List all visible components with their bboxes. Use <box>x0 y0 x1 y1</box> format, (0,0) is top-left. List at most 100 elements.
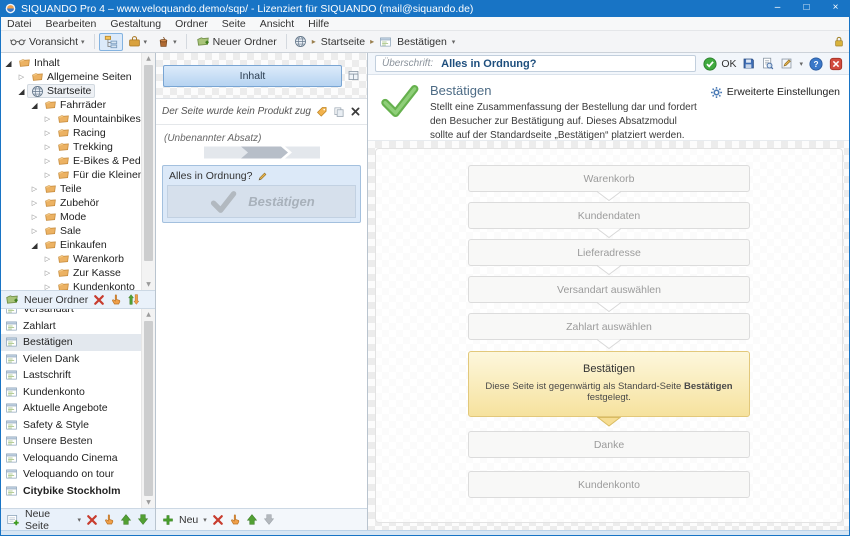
breadcrumb-startseite[interactable]: Startseite <box>321 36 365 48</box>
expand-icon[interactable]: ▷ <box>42 283 53 290</box>
move-up-icon[interactable] <box>120 513 132 526</box>
pencil-icon[interactable] <box>257 171 268 182</box>
delete-icon[interactable] <box>93 294 105 306</box>
menu-seite[interactable]: Seite <box>215 17 253 31</box>
tree-item-inhalt[interactable]: ◢Inhalt <box>0 56 140 70</box>
tree-item-racing[interactable]: ▷Racing <box>0 126 140 140</box>
expand-icon[interactable]: ▷ <box>42 143 53 151</box>
tree-view-button[interactable] <box>99 33 123 51</box>
edit-icon[interactable] <box>780 57 793 70</box>
tree-item-trekking[interactable]: ▷Trekking <box>0 140 140 154</box>
scrollbar-thumb[interactable] <box>144 321 153 496</box>
move-up-icon[interactable] <box>246 513 258 526</box>
delete-icon[interactable] <box>86 514 98 526</box>
tree-scrollbar[interactable]: ▲▼ <box>141 53 155 290</box>
tree-item-sale[interactable]: ▷Sale <box>0 224 140 238</box>
chevron-down-icon[interactable]: ▾ <box>203 516 207 524</box>
tree-item-mode[interactable]: ▷Mode <box>0 210 140 224</box>
advanced-settings-button[interactable]: Erweiterte Einstellungen <box>710 82 840 133</box>
lock-icon[interactable] <box>833 35 845 48</box>
menu-ansicht[interactable]: Ansicht <box>253 17 301 31</box>
close-button[interactable]: × <box>821 0 850 17</box>
preview-button[interactable]: Voransicht ▾ <box>5 34 90 50</box>
hand-icon[interactable] <box>110 293 122 306</box>
copy-icon[interactable] <box>333 106 345 118</box>
tag-icon[interactable] <box>316 106 328 118</box>
scroll-down-icon[interactable]: ▼ <box>142 497 155 508</box>
tree-item-warenkorb[interactable]: ▷Warenkorb <box>0 252 140 266</box>
expand-icon[interactable]: ▷ <box>42 269 53 277</box>
expand-icon[interactable]: ▷ <box>42 115 53 123</box>
page-list-scrollbar[interactable]: ▲ ▼ <box>141 309 155 508</box>
expand-icon[interactable]: ▷ <box>29 213 40 221</box>
page-item-bestaetigen[interactable]: Bestätigen <box>0 334 155 351</box>
menu-datei[interactable]: Datei <box>0 17 39 31</box>
sort-icon[interactable] <box>127 293 140 306</box>
scroll-up-icon[interactable]: ▲ <box>142 309 155 320</box>
folder-plus-icon[interactable] <box>5 293 19 306</box>
expand-icon[interactable]: ▷ <box>42 129 53 137</box>
collapse-icon[interactable]: ◢ <box>29 101 40 110</box>
help-icon[interactable]: ? <box>809 57 823 71</box>
chevron-down-icon[interactable]: ▾ <box>799 60 803 68</box>
delete-icon[interactable] <box>212 514 224 526</box>
collapse-icon[interactable]: ◢ <box>29 241 40 250</box>
page-item-lastschrift[interactable]: Lastschrift <box>0 367 155 384</box>
page-item-kundenkonto[interactable]: Kundenkonto <box>0 384 155 401</box>
move-down-icon[interactable] <box>137 513 149 526</box>
page-item-zahlart[interactable]: Zahlart <box>0 318 155 335</box>
page-item-vielen-dank[interactable]: Vielen Dank <box>0 351 155 368</box>
move-down-icon[interactable] <box>263 513 275 526</box>
scroll-down-icon[interactable]: ▼ <box>142 279 155 290</box>
expand-icon[interactable]: ▷ <box>16 73 27 81</box>
chevron-down-icon[interactable]: ▾ <box>77 516 81 524</box>
hand-icon[interactable] <box>103 513 115 526</box>
menu-ordner[interactable]: Ordner <box>168 17 215 31</box>
globe-icon[interactable] <box>294 35 307 48</box>
style-button[interactable]: ▾ <box>152 33 182 50</box>
expand-icon[interactable]: ▷ <box>42 171 53 179</box>
page-item-aktuelle-angebote[interactable]: Aktuelle Angebote <box>0 400 155 417</box>
page-item-citybike-stockholm[interactable]: Citybike Stockholm <box>0 483 155 500</box>
tree-item-fuer-die-kleinen[interactable]: ▷Für die Kleinen <box>0 168 140 182</box>
new-folder-button[interactable]: Neuer Ordner <box>191 33 282 50</box>
expand-icon[interactable]: ▷ <box>29 185 40 193</box>
tree-item-allgemeine-seiten[interactable]: ▷Allgemeine Seiten <box>0 70 140 84</box>
plus-icon[interactable] <box>162 514 174 526</box>
tree-item-teile[interactable]: ▷Teile <box>0 182 140 196</box>
expand-icon[interactable]: ▷ <box>42 157 53 165</box>
collapse-icon[interactable]: ◢ <box>16 87 27 96</box>
scrollbar-thumb[interactable] <box>144 65 153 261</box>
tree-item-zur-kasse[interactable]: ▷Zur Kasse <box>0 266 140 280</box>
design-button[interactable]: ▾ <box>123 33 153 50</box>
tree-item-einkaufen[interactable]: ◢Einkaufen <box>0 238 140 252</box>
page-item-veloquando-cinema[interactable]: Veloquando Cinema <box>0 450 155 467</box>
save-icon[interactable] <box>742 57 755 70</box>
new-module-label[interactable]: Neu <box>179 514 198 526</box>
new-page-label[interactable]: Neue Seite <box>25 508 72 532</box>
tree-item-fahrraeder[interactable]: ◢Fahrräder <box>0 98 140 112</box>
expand-icon[interactable]: ▷ <box>29 227 40 235</box>
page-item-versandart[interactable]: Versandart <box>0 309 155 318</box>
scroll-up-icon[interactable]: ▲ <box>142 53 155 64</box>
page-item-veloquando-on-tour[interactable]: Veloquando on tour <box>0 466 155 483</box>
maximize-button[interactable]: □ <box>792 0 821 17</box>
ok-label[interactable]: OK <box>721 58 736 70</box>
tree-item-e-bikes-pedelecs[interactable]: ▷E-Bikes & Pedelecs <box>0 154 140 168</box>
menu-gestaltung[interactable]: Gestaltung <box>103 17 168 31</box>
breadcrumb-bestaetigen[interactable]: Bestätigen <box>397 36 447 48</box>
page-plus-icon[interactable] <box>6 513 20 526</box>
menu-bearbeiten[interactable]: Bearbeiten <box>39 17 104 31</box>
collapse-icon[interactable]: ◢ <box>3 59 14 68</box>
layout-grid-icon[interactable] <box>347 69 360 82</box>
module-block[interactable]: Alles in Ordnung? Bestätigen <box>162 165 361 223</box>
tree-item-mountainbikes[interactable]: ▷Mountainbikes <box>0 112 140 126</box>
tree-item-kundenkonto[interactable]: ▷Kundenkonto <box>0 280 140 290</box>
tree-item-startseite[interactable]: ◢Startseite <box>0 84 140 98</box>
page-item-unsere-besten[interactable]: Unsere Besten <box>0 433 155 450</box>
ok-icon[interactable] <box>703 57 717 71</box>
menu-hilfe[interactable]: Hilfe <box>301 17 336 31</box>
remove-icon[interactable] <box>350 106 361 117</box>
hand-icon[interactable] <box>229 513 241 526</box>
minimize-button[interactable]: – <box>763 0 792 17</box>
